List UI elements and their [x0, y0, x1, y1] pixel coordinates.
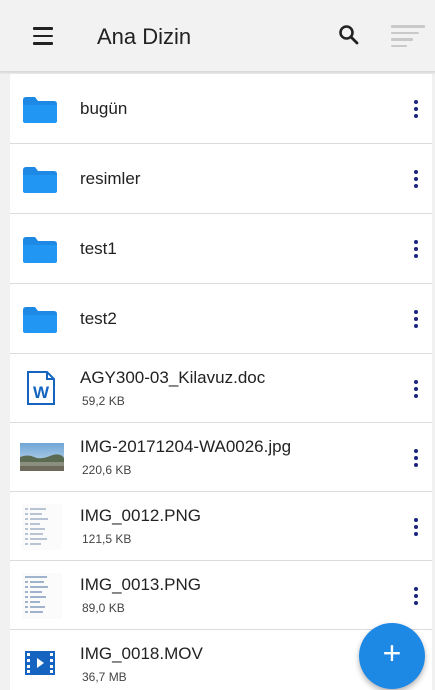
sort-icon[interactable] — [391, 25, 425, 49]
more-options-icon[interactable] — [410, 98, 422, 120]
item-size: 36,7 MB — [82, 670, 127, 684]
item-size: 59,2 KB — [82, 394, 125, 408]
folder-icon — [23, 167, 57, 193]
video-file-icon — [25, 651, 55, 675]
list-item[interactable]: W AGY300-03_Kilavuz.doc 59,2 KB — [10, 354, 432, 423]
item-size: 89,0 KB — [82, 601, 125, 615]
image-thumbnail — [20, 443, 64, 471]
folder-icon — [23, 237, 57, 263]
more-options-icon[interactable] — [410, 308, 422, 330]
item-name: IMG_0018.MOV — [80, 644, 203, 663]
more-options-icon[interactable] — [410, 447, 422, 469]
list-item[interactable]: test2 — [10, 284, 432, 354]
more-options-icon[interactable] — [410, 238, 422, 260]
search-icon[interactable] — [338, 24, 360, 46]
app-bar: Ana Dizin — [0, 0, 435, 72]
item-name: IMG-20171204-WA0026.jpg — [80, 437, 292, 456]
folder-icon — [23, 307, 57, 333]
list-item[interactable]: test1 — [10, 214, 432, 284]
item-size: 121,5 KB — [82, 532, 132, 546]
item-name: AGY300-03_Kilavuz.doc — [80, 368, 266, 387]
file-list: bugün resimler test1 test2 W AGY300-03_K… — [10, 74, 435, 690]
add-button[interactable]: + — [359, 623, 425, 689]
more-options-icon[interactable] — [410, 585, 422, 607]
item-name: resimler — [80, 169, 141, 188]
menu-icon[interactable] — [33, 27, 53, 45]
image-thumbnail — [22, 504, 62, 550]
item-name: IMG_0013.PNG — [80, 575, 201, 594]
word-document-icon: W — [27, 371, 55, 405]
more-options-icon[interactable] — [410, 378, 422, 400]
more-options-icon[interactable] — [410, 516, 422, 538]
item-name: test2 — [80, 309, 117, 328]
item-name: test1 — [80, 239, 117, 258]
page-title: Ana Dizin — [97, 24, 192, 49]
plus-icon: + — [382, 635, 402, 671]
list-item[interactable]: IMG_0012.PNG 121,5 KB — [10, 492, 432, 561]
more-options-icon[interactable] — [410, 168, 422, 190]
list-item[interactable]: bugün — [10, 74, 432, 144]
item-name: bugün — [80, 99, 128, 118]
svg-text:W: W — [33, 383, 50, 402]
image-thumbnail — [22, 573, 62, 619]
list-item[interactable]: IMG_0013.PNG 89,0 KB — [10, 561, 432, 630]
item-size: 220,6 KB — [82, 463, 132, 477]
folder-icon — [23, 97, 57, 123]
list-item[interactable]: IMG-20171204-WA0026.jpg 220,6 KB — [10, 423, 432, 492]
item-name: IMG_0012.PNG — [80, 506, 201, 525]
list-item[interactable]: resimler — [10, 144, 432, 214]
